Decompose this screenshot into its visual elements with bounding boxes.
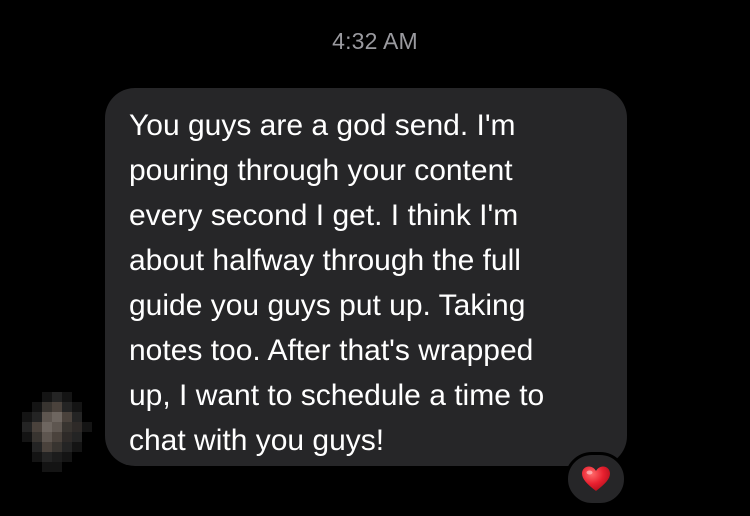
message-timestamp: 4:32 AM: [332, 28, 418, 54]
message-bubble[interactable]: You guys are a god send. I'm pouring thr…: [105, 88, 627, 466]
sender-avatar[interactable]: [22, 392, 92, 472]
message-text: You guys are a god send. I'm pouring thr…: [129, 109, 545, 457]
red-heart-icon: [581, 465, 611, 493]
reaction-badge[interactable]: [565, 452, 627, 506]
